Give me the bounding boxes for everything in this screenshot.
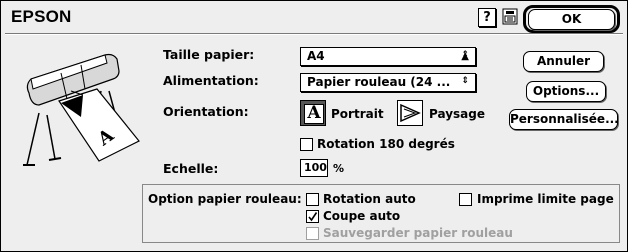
auto-cut-checkbox[interactable]: [306, 210, 319, 223]
auto-rotate-label[interactable]: Rotation auto: [323, 192, 416, 206]
scale-unit: %: [333, 162, 345, 175]
scale-input[interactable]: 100: [300, 159, 328, 177]
feed-label: Alimentation:: [163, 73, 259, 88]
paper-size-select[interactable]: A4 ▲ ⇕: [300, 47, 476, 66]
print-setup-dialog: EPSON ? OK Annuler Options... Personnali…: [0, 0, 628, 252]
brand-title: EPSON: [11, 7, 72, 26]
portrait-orientation-icon[interactable]: A: [300, 100, 326, 126]
landscape-label[interactable]: Paysage: [429, 106, 485, 122]
auto-cut-label[interactable]: Coupe auto: [323, 209, 400, 223]
updown-arrows-icon: ⇕: [461, 50, 469, 60]
print-page-frame-label[interactable]: Imprime limite page: [477, 192, 614, 206]
print-page-frame-checkbox[interactable]: [459, 193, 472, 206]
portrait-label[interactable]: Portrait: [331, 106, 384, 122]
printer-settings-icon[interactable]: [501, 8, 519, 27]
ok-button[interactable]: OK: [528, 9, 615, 30]
header-divider: [5, 33, 623, 35]
portrait-glyph: A: [304, 104, 324, 124]
rotate-180-label[interactable]: Rotation 180 degrés: [317, 137, 455, 151]
save-roll-paper-checkbox: [306, 227, 319, 240]
help-button[interactable]: ?: [478, 8, 496, 27]
paper-size-value: A4: [307, 49, 325, 63]
paper-size-label: Taille papier:: [163, 47, 255, 62]
cancel-button[interactable]: Annuler: [523, 51, 604, 72]
landscape-orientation-icon[interactable]: [397, 100, 423, 126]
roll-options-label: Option papier rouleau:: [148, 192, 302, 206]
large-format-printer-icon: A: [21, 49, 146, 179]
custom-button[interactable]: Personnalisée...: [509, 109, 619, 130]
options-button[interactable]: Options...: [526, 81, 606, 102]
rotate-180-checkbox[interactable]: [300, 138, 313, 151]
auto-rotate-checkbox[interactable]: [306, 193, 319, 206]
orientation-label: Orientation:: [163, 104, 249, 119]
feed-value: Papier rouleau (24 ...: [307, 75, 451, 89]
feed-select[interactable]: Papier rouleau (24 ... ⇕: [300, 73, 476, 92]
save-roll-paper-label: Sauvegarder papier rouleau: [323, 226, 513, 240]
updown-arrows-icon: ⇕: [461, 76, 469, 86]
checkmark-icon: [308, 212, 318, 222]
scale-label: Echelle:: [163, 161, 219, 176]
